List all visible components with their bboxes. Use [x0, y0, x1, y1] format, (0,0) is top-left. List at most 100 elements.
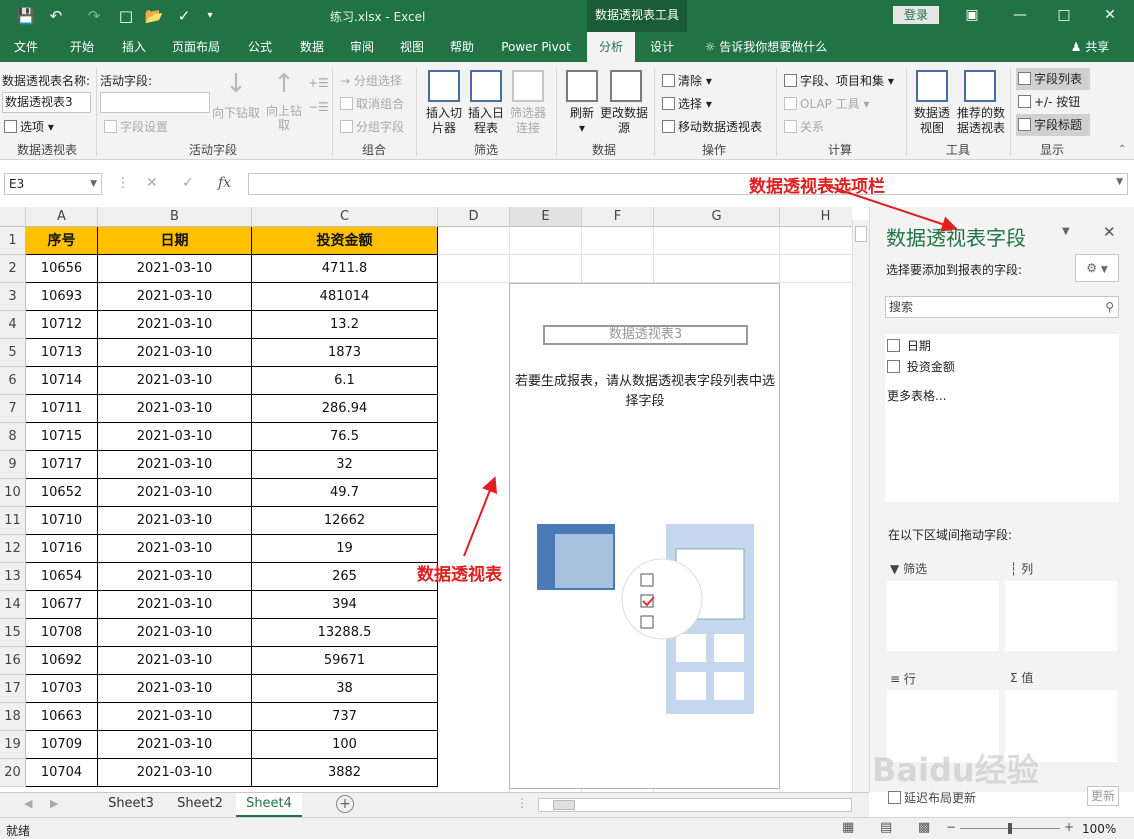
- refresh-button[interactable]: 刷新 ▾: [562, 106, 602, 136]
- checkbox[interactable]: [887, 360, 900, 373]
- cell-date[interactable]: 2021-03-10: [98, 731, 252, 759]
- minimize-icon[interactable]: —: [1006, 4, 1034, 26]
- row-header[interactable]: 3: [0, 283, 26, 311]
- select-button[interactable]: 选择 ▾: [662, 95, 712, 112]
- cell-amount[interactable]: 1873: [252, 339, 438, 367]
- normal-view-icon[interactable]: ▦: [842, 820, 854, 835]
- row-header[interactable]: 20: [0, 759, 26, 787]
- zoom-level[interactable]: 100%: [1082, 822, 1116, 836]
- buttons-toggle[interactable]: +/- 按钮: [1016, 91, 1090, 113]
- enter-icon[interactable]: ✓: [182, 175, 194, 191]
- formula-input[interactable]: ▼: [248, 173, 1128, 195]
- fields-items-sets-button[interactable]: 字段、项目和集 ▾: [784, 72, 894, 89]
- row-header[interactable]: 6: [0, 367, 26, 395]
- header-cell-amount[interactable]: 投资金额: [252, 227, 438, 255]
- zoom-out-icon[interactable]: −: [946, 820, 956, 834]
- cell-id[interactable]: 10711: [26, 395, 98, 423]
- row-header[interactable]: 19: [0, 731, 26, 759]
- page-layout-view-icon[interactable]: ▤: [880, 820, 892, 835]
- horizontal-scrollbar[interactable]: [538, 798, 852, 812]
- page-break-view-icon[interactable]: ▩: [918, 820, 930, 835]
- cell-amount[interactable]: 394: [252, 591, 438, 619]
- sheet-tab[interactable]: Sheet3: [98, 793, 164, 817]
- cell-id[interactable]: 10656: [26, 255, 98, 283]
- cell-date[interactable]: 2021-03-10: [98, 423, 252, 451]
- close-panel-icon[interactable]: ✕: [1103, 223, 1116, 241]
- cell-date[interactable]: 2021-03-10: [98, 563, 252, 591]
- olap-tools-button[interactable]: OLAP 工具 ▾: [784, 95, 870, 112]
- cell-id[interactable]: 10712: [26, 311, 98, 339]
- row-header[interactable]: 8: [0, 423, 26, 451]
- row-header[interactable]: 12: [0, 535, 26, 563]
- drill-down-button[interactable]: 向下钻取: [210, 104, 262, 121]
- cell-date[interactable]: 2021-03-10: [98, 675, 252, 703]
- save-icon[interactable]: 💾: [16, 6, 36, 26]
- collapse-ribbon-icon[interactable]: ⌃: [1118, 144, 1126, 155]
- row-header[interactable]: 7: [0, 395, 26, 423]
- cell-amount[interactable]: 265: [252, 563, 438, 591]
- more-tables-link[interactable]: 更多表格...: [887, 387, 946, 404]
- cell-amount[interactable]: 59671: [252, 647, 438, 675]
- cell-date[interactable]: 2021-03-10: [98, 647, 252, 675]
- field-item-date[interactable]: 日期: [887, 337, 931, 354]
- maximize-icon[interactable]: □: [1050, 4, 1078, 26]
- customize-qat-icon[interactable]: ▾: [200, 6, 220, 26]
- row-header[interactable]: 15: [0, 619, 26, 647]
- change-source-button[interactable]: 更改数据源: [600, 106, 648, 136]
- select-all-corner[interactable]: [0, 207, 26, 227]
- insert-timeline-button[interactable]: 插入日程表: [464, 106, 508, 136]
- column-header[interactable]: E: [510, 207, 582, 227]
- zoom-slider-thumb[interactable]: [1008, 823, 1012, 834]
- cell-date[interactable]: 2021-03-10: [98, 451, 252, 479]
- cell-amount[interactable]: 49.7: [252, 479, 438, 507]
- cell-amount[interactable]: 32: [252, 451, 438, 479]
- undo-icon[interactable]: ↶: [46, 6, 66, 26]
- cell-amount[interactable]: 6.1: [252, 367, 438, 395]
- tab-file[interactable]: 文件: [4, 32, 48, 62]
- active-field-input[interactable]: [100, 92, 210, 113]
- ribbon-display-icon[interactable]: ▣: [958, 4, 986, 26]
- ungroup-button[interactable]: 取消组合: [340, 95, 404, 112]
- row-header[interactable]: 9: [0, 451, 26, 479]
- checkbox[interactable]: [888, 791, 901, 804]
- tab-formulas[interactable]: 公式: [238, 32, 282, 62]
- row-header[interactable]: 16: [0, 647, 26, 675]
- scroll-thumb[interactable]: [855, 226, 867, 242]
- column-header[interactable]: F: [582, 207, 654, 227]
- field-headers-toggle[interactable]: 字段标题: [1016, 114, 1090, 136]
- row-header[interactable]: 1: [0, 227, 26, 255]
- panel-settings-button[interactable]: ⚙ ▼: [1075, 254, 1119, 282]
- insert-slicer-button[interactable]: 插入切片器: [422, 106, 466, 136]
- cell-date[interactable]: 2021-03-10: [98, 395, 252, 423]
- cell-id[interactable]: 10692: [26, 647, 98, 675]
- tab-data[interactable]: 数据: [290, 32, 334, 62]
- row-header[interactable]: 17: [0, 675, 26, 703]
- cancel-icon[interactable]: ✕: [146, 175, 158, 191]
- cell-id[interactable]: 10710: [26, 507, 98, 535]
- header-cell-id[interactable]: 序号: [26, 227, 98, 255]
- area-columns-dropzone[interactable]: [1005, 581, 1117, 651]
- cell-id[interactable]: 10663: [26, 703, 98, 731]
- tab-home[interactable]: 开始: [60, 32, 104, 62]
- vertical-scrollbar[interactable]: [852, 220, 869, 792]
- cell-date[interactable]: 2021-03-10: [98, 283, 252, 311]
- move-pivot-button[interactable]: 移动数据透视表: [662, 118, 762, 135]
- defer-layout-checkbox[interactable]: 延迟布局更新: [888, 789, 976, 806]
- tab-design[interactable]: 设计: [640, 32, 684, 62]
- row-header[interactable]: 10: [0, 479, 26, 507]
- cell-id[interactable]: 10703: [26, 675, 98, 703]
- column-header[interactable]: D: [438, 207, 510, 227]
- column-header[interactable]: H: [780, 207, 852, 227]
- cell-amount[interactable]: 100: [252, 731, 438, 759]
- cell-date[interactable]: 2021-03-10: [98, 591, 252, 619]
- clear-button[interactable]: 清除 ▾: [662, 72, 712, 89]
- tab-view[interactable]: 视图: [390, 32, 434, 62]
- cell-amount[interactable]: 286.94: [252, 395, 438, 423]
- cell-date[interactable]: 2021-03-10: [98, 255, 252, 283]
- cell-date[interactable]: 2021-03-10: [98, 535, 252, 563]
- cell-amount[interactable]: 19: [252, 535, 438, 563]
- check-icon[interactable]: ✓: [174, 6, 194, 26]
- drill-up-button[interactable]: 向上钻取: [264, 104, 304, 132]
- cell-amount[interactable]: 3882: [252, 759, 438, 787]
- column-header[interactable]: C: [252, 207, 438, 227]
